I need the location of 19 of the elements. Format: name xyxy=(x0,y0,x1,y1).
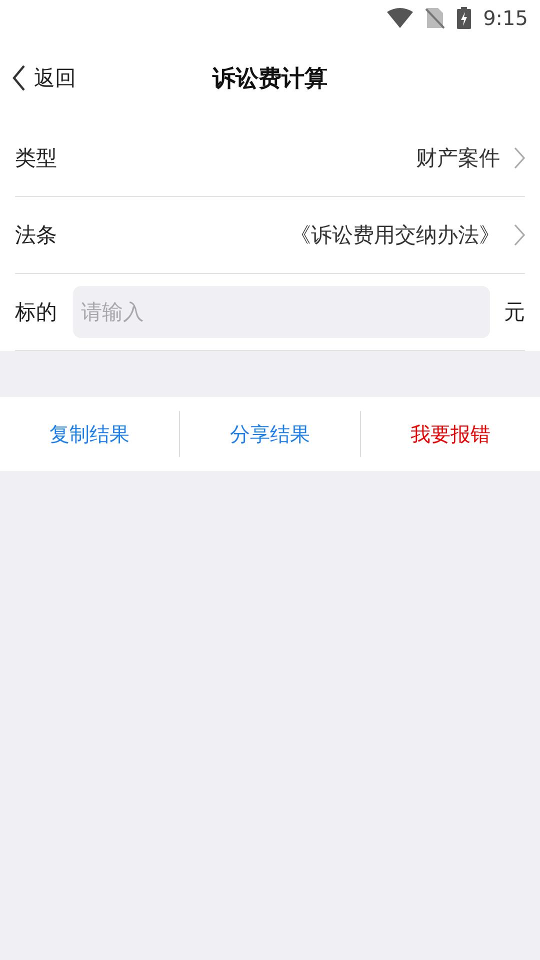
action-button[interactable]: 我要报错 xyxy=(360,397,540,471)
status-time: 9:15 xyxy=(483,6,528,30)
field-label: 法条 xyxy=(15,222,57,249)
wifi-icon xyxy=(387,8,414,28)
field-label: 类型 xyxy=(15,145,57,172)
action-button[interactable]: 复制结果 xyxy=(0,397,180,471)
chevron-right-icon xyxy=(514,224,525,246)
back-button[interactable]: 返回 xyxy=(0,64,76,92)
unit-label: 元 xyxy=(504,299,525,326)
amount-input[interactable]: 请输入 xyxy=(73,286,490,338)
chevron-right-icon xyxy=(514,147,525,169)
select-field[interactable]: 财产案件 xyxy=(416,144,525,172)
back-chevron-icon xyxy=(12,65,26,91)
select-value: 财产案件 xyxy=(416,145,500,172)
battery-charging-icon xyxy=(457,7,472,29)
page-title: 诉讼费计算 xyxy=(212,64,328,94)
no-sim-icon xyxy=(425,7,446,29)
field-label: 标的 xyxy=(15,299,57,326)
action-button[interactable]: 分享结果 xyxy=(180,397,360,471)
